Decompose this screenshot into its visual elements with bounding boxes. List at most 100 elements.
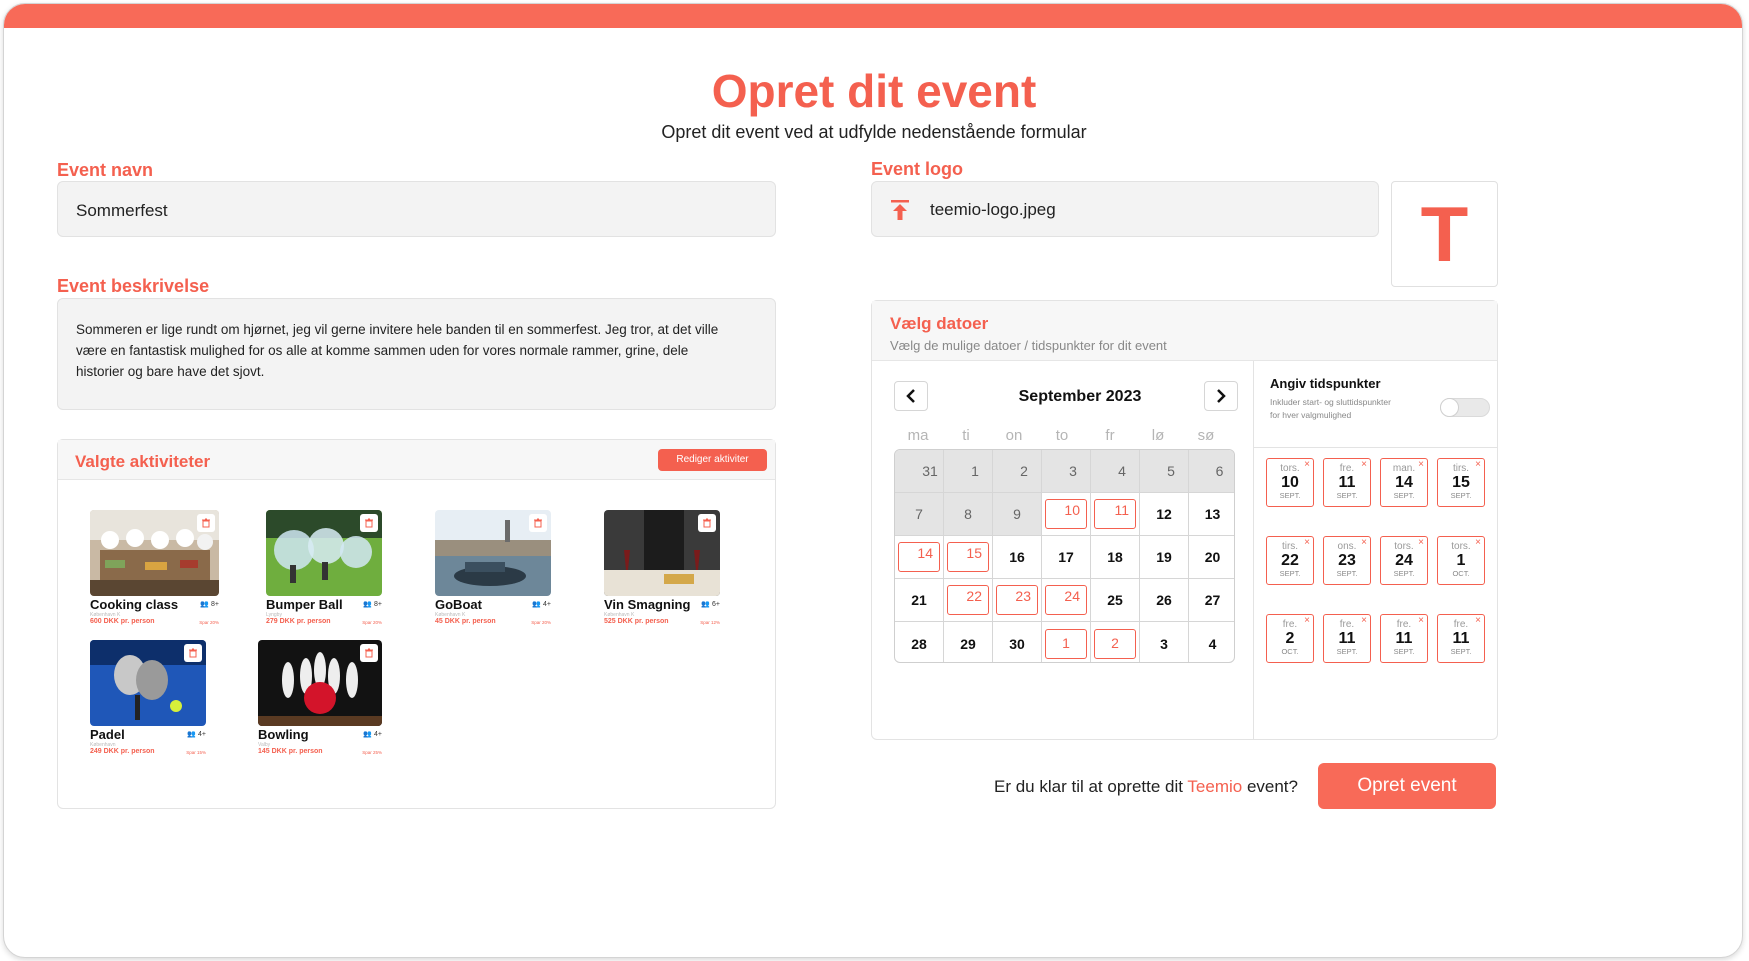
calendar-day[interactable]: 25: [1091, 579, 1140, 622]
event-logo-upload[interactable]: teemio-logo.jpeg: [871, 181, 1379, 237]
event-description-textarea[interactable]: Sommeren er lige rundt om hjørnet, jeg v…: [57, 298, 776, 410]
date-chip[interactable]: × fre. 2 OCT.: [1266, 614, 1314, 663]
remove-activity-button[interactable]: [698, 514, 716, 532]
activity-card[interactable]: Bowling 👥 4+ Valby 145 DKK pr. person Spa…: [258, 640, 382, 758]
activity-discount: Spar 20%: [531, 620, 551, 625]
close-icon[interactable]: ×: [1361, 459, 1367, 470]
cta-text: Er du klar til at oprette dit Teemio eve…: [994, 777, 1298, 796]
calendar-day-selected[interactable]: 10: [1042, 493, 1091, 536]
calendar-day-selected[interactable]: 11: [1091, 493, 1140, 536]
logo-preview-letter: T: [1420, 189, 1469, 278]
logo-preview: T: [1391, 181, 1498, 287]
create-event-button[interactable]: Opret event: [1318, 763, 1496, 809]
remove-activity-button[interactable]: [197, 514, 215, 532]
activity-card[interactable]: GoBoat 👥 4+ København K 45 DKK pr. person…: [435, 510, 551, 628]
times-toggle[interactable]: [1440, 398, 1490, 417]
remove-activity-button[interactable]: [184, 644, 202, 662]
date-chip[interactable]: × ons. 23 SEPT.: [1323, 536, 1371, 585]
trash-icon: [365, 518, 373, 528]
calendar-day[interactable]: 13: [1189, 493, 1234, 536]
calendar-day[interactable]: 12: [1140, 493, 1189, 536]
calendar-day[interactable]: 5: [1140, 450, 1189, 493]
calendar-day-selected[interactable]: 22: [944, 579, 993, 622]
event-name-label: Event navn: [57, 160, 154, 180]
calendar-day[interactable]: 8: [944, 493, 993, 536]
calendar-day[interactable]: 1: [944, 450, 993, 493]
calendar-day[interactable]: 20: [1189, 536, 1234, 579]
calendar-day[interactable]: 29: [944, 622, 993, 662]
activity-price: 600 DKK pr. person: [90, 618, 155, 625]
calendar-day[interactable]: 4: [1091, 450, 1140, 493]
close-icon[interactable]: ×: [1361, 615, 1367, 626]
date-chip[interactable]: × tors. 24 SEPT.: [1380, 536, 1428, 585]
remove-activity-button[interactable]: [529, 514, 547, 532]
activity-card[interactable]: Padel 👥 4+ København 249 DKK pr. person S…: [90, 640, 206, 758]
logo-filename: teemio-logo.jpeg: [930, 200, 1056, 219]
calendar-day[interactable]: 30: [993, 622, 1042, 662]
close-icon[interactable]: ×: [1304, 537, 1310, 548]
activity-discount: Spar 15%: [186, 750, 206, 755]
calendar-grid: 31 1 2 3 4 5 6 7 8 9 10 11 12 13 14 15 1…: [894, 449, 1235, 663]
calendar-day-selected[interactable]: 15: [944, 536, 993, 579]
calendar-day[interactable]: 16: [993, 536, 1042, 579]
close-icon[interactable]: ×: [1418, 615, 1424, 626]
activity-discount: Spar 12%: [700, 620, 720, 625]
close-icon[interactable]: ×: [1418, 537, 1424, 548]
calendar-day[interactable]: 26: [1140, 579, 1189, 622]
calendar-day[interactable]: 21: [895, 579, 944, 622]
calendar-day-selected[interactable]: 14: [895, 536, 944, 579]
close-icon[interactable]: ×: [1418, 459, 1424, 470]
date-chip[interactable]: × tors. 10 SEPT.: [1266, 458, 1314, 507]
next-month-button[interactable]: [1204, 381, 1238, 411]
calendar-day[interactable]: 9: [993, 493, 1042, 536]
calendar-day[interactable]: 3: [1140, 622, 1189, 662]
event-name-input[interactable]: Sommerfest: [57, 181, 776, 237]
calendar-day[interactable]: 4: [1189, 622, 1234, 662]
date-chip[interactable]: × fre. 11 SEPT.: [1437, 614, 1485, 663]
close-icon[interactable]: ×: [1304, 459, 1310, 470]
calendar-day[interactable]: 18: [1091, 536, 1140, 579]
date-chip[interactable]: × tors. 1 OCT.: [1437, 536, 1485, 585]
calendar-day[interactable]: 7: [895, 493, 944, 536]
activity-name: Padel: [90, 727, 125, 742]
edit-activities-button[interactable]: Rediger aktiviter: [658, 449, 767, 471]
date-chip[interactable]: × fre. 11 SEPT.: [1380, 614, 1428, 663]
close-icon[interactable]: ×: [1475, 537, 1481, 548]
remove-activity-button[interactable]: [360, 514, 378, 532]
app-window: Opret dit event Opret dit event ved at u…: [3, 3, 1743, 958]
date-chip[interactable]: × man. 14 SEPT.: [1380, 458, 1428, 507]
activity-price: 279 DKK pr. person: [266, 618, 331, 625]
activity-name: Cooking class: [90, 597, 179, 612]
close-icon[interactable]: ×: [1475, 615, 1481, 626]
calendar-day[interactable]: 31: [895, 450, 944, 493]
date-chip[interactable]: × tirs. 22 SEPT.: [1266, 536, 1314, 585]
close-icon[interactable]: ×: [1475, 459, 1481, 470]
top-accent-bar: [4, 4, 1742, 28]
calendar-day[interactable]: 27: [1189, 579, 1234, 622]
remove-activity-button[interactable]: [360, 644, 378, 662]
close-icon[interactable]: ×: [1361, 537, 1367, 548]
date-chip[interactable]: × fre. 11 SEPT.: [1323, 614, 1371, 663]
calendar-day[interactable]: 17: [1042, 536, 1091, 579]
calendar-day-selected[interactable]: 23: [993, 579, 1042, 622]
trash-icon: [202, 518, 210, 528]
calendar-day[interactable]: 3: [1042, 450, 1091, 493]
calendar-day[interactable]: 6: [1189, 450, 1234, 493]
activity-card[interactable]: Cooking class 👥 8+ København K 600 DKK pr…: [90, 510, 219, 628]
date-chip[interactable]: × fre. 11 SEPT.: [1323, 458, 1371, 507]
times-subtitle: Inkluder start- og sluttidspunkter for h…: [1270, 397, 1391, 420]
calendar-day[interactable]: 19: [1140, 536, 1189, 579]
calendar-day-selected[interactable]: 2: [1091, 622, 1140, 662]
weekday-label: ti: [962, 427, 970, 444]
date-chip[interactable]: × tirs. 15 SEPT.: [1437, 458, 1485, 507]
times-title: Angiv tidspunkter: [1270, 376, 1381, 391]
close-icon[interactable]: ×: [1304, 615, 1310, 626]
activity-capacity: 👥 6+: [701, 600, 720, 609]
calendar-day-selected[interactable]: 1: [1042, 622, 1091, 662]
calendar-day[interactable]: 2: [993, 450, 1042, 493]
calendar-day-selected[interactable]: 24: [1042, 579, 1091, 622]
activity-card[interactable]: Bumper Ball 👥 8+ Lyngby 279 DKK pr. perso…: [266, 510, 382, 628]
trash-icon: [703, 518, 711, 528]
activity-card[interactable]: Vin Smagning 👥 6+ København K 525 DKK pr.…: [604, 510, 720, 628]
calendar-day[interactable]: 28: [895, 622, 944, 662]
